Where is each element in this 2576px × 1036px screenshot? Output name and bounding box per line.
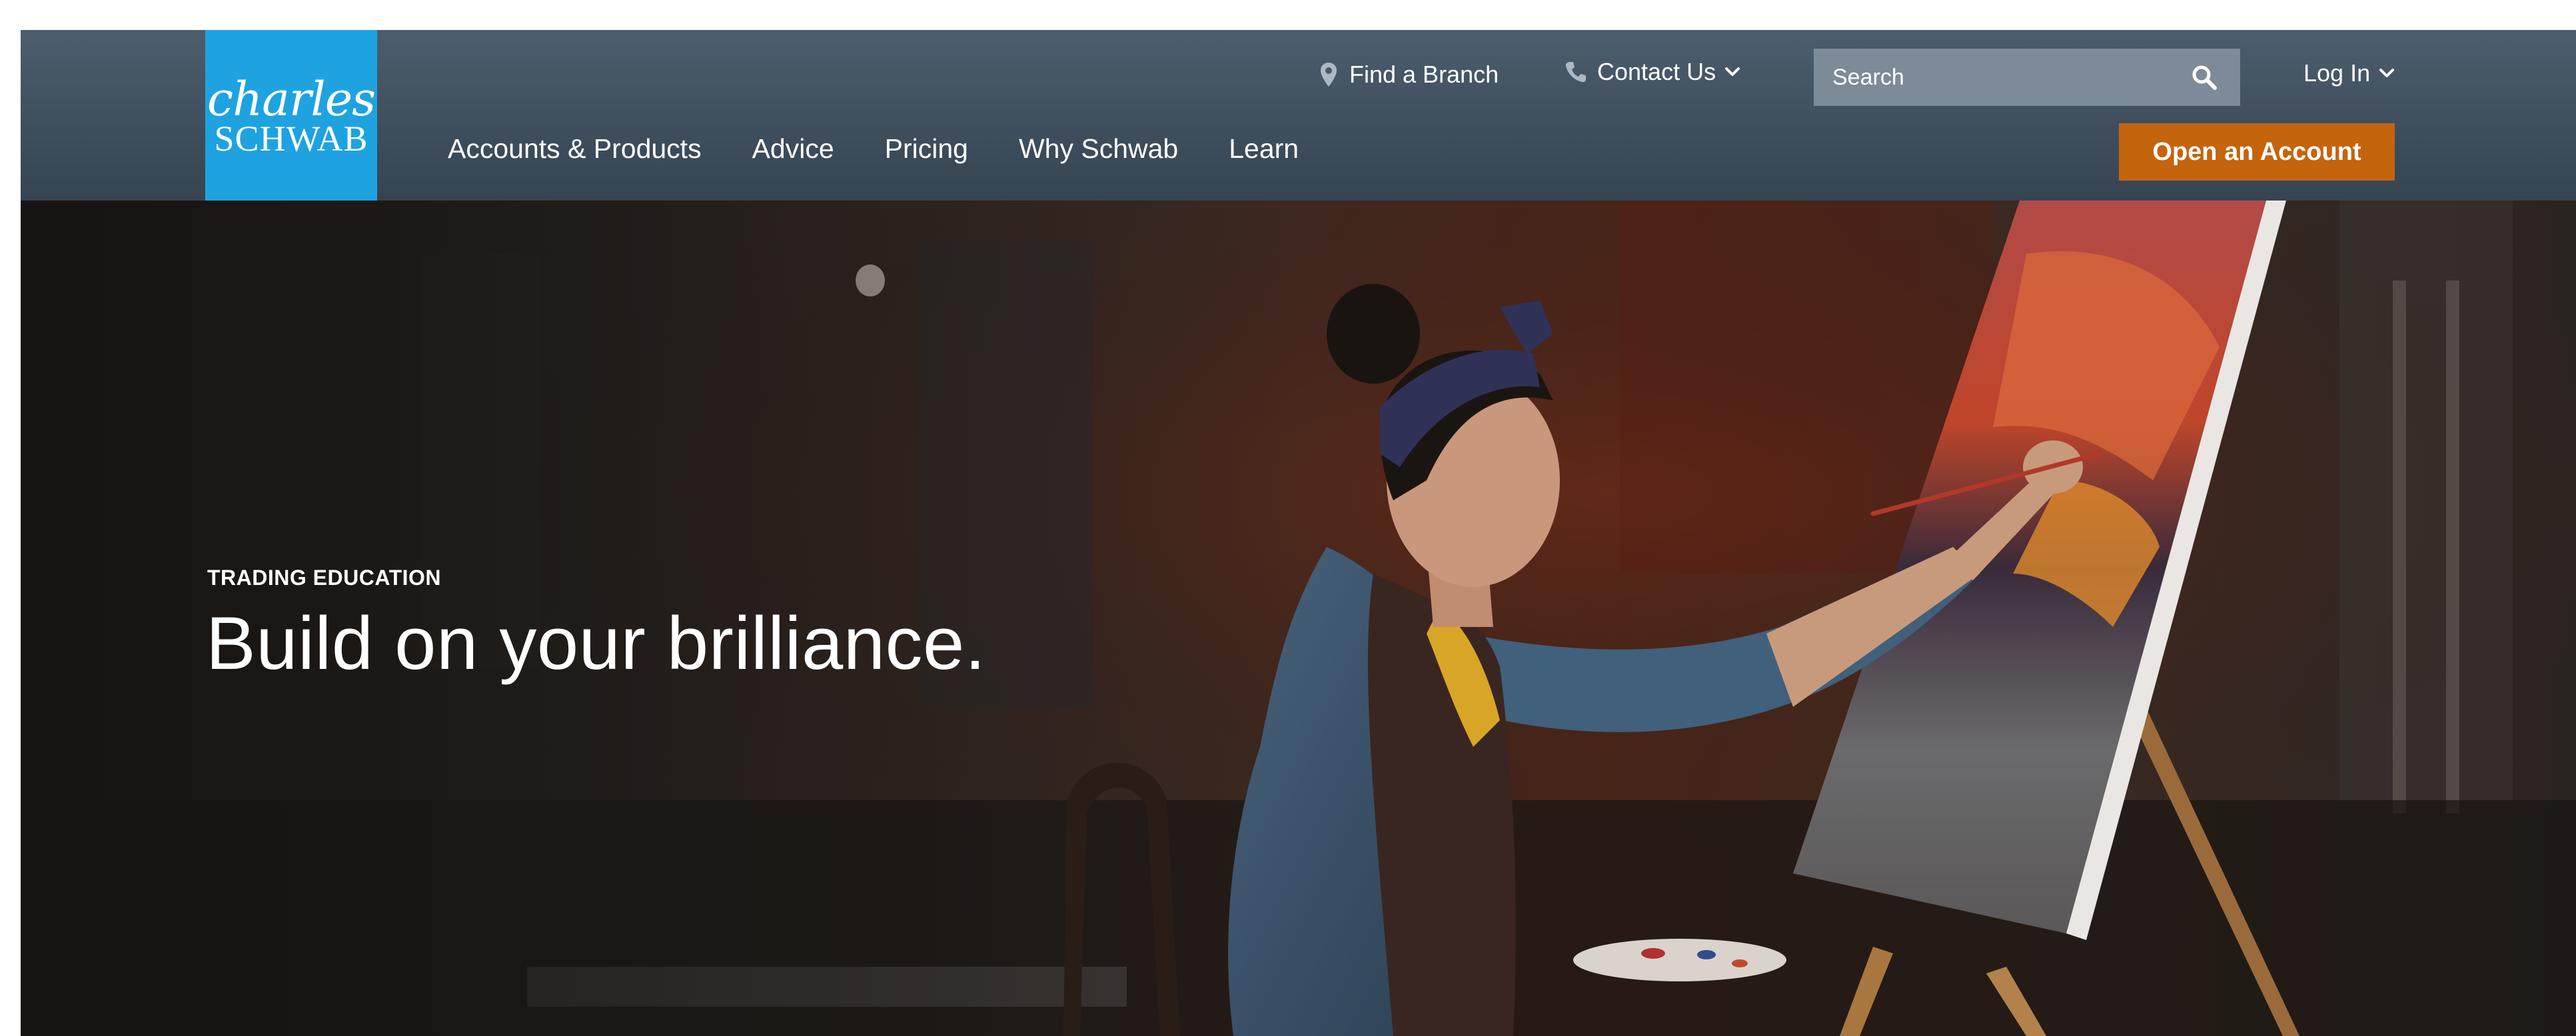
logo-text-schwab: SCHWAB [214, 119, 368, 159]
search-icon[interactable] [2186, 59, 2223, 96]
charles-schwab-logo[interactable]: charles SCHWAB [205, 30, 377, 201]
search-box [1814, 49, 2240, 106]
nav-item-advice[interactable]: Advice [752, 133, 834, 165]
map-pin-icon [1320, 62, 1337, 87]
open-an-account-button[interactable]: Open an Account [2119, 123, 2395, 181]
chevron-down-icon [1725, 67, 1740, 77]
find-a-branch-link[interactable]: Find a Branch [1320, 58, 1499, 91]
hero-title: Build on your brilliance. [206, 602, 986, 685]
main-nav: Accounts & Products Advice Pricing Why S… [448, 129, 1349, 169]
contact-us-label: Contact Us [1597, 58, 1716, 85]
nav-item-accounts-products[interactable]: Accounts & Products [448, 133, 702, 165]
find-a-branch-label: Find a Branch [1349, 61, 1499, 88]
page: charles SCHWAB Find a Branch Contact Us [0, 0, 2576, 1036]
log-in-dropdown[interactable]: Log In [2303, 57, 2395, 90]
nav-item-why-schwab[interactable]: Why Schwab [1019, 133, 1178, 165]
search-input[interactable] [1831, 57, 2186, 98]
site-header: charles SCHWAB Find a Branch Contact Us [21, 30, 2576, 201]
nav-item-pricing[interactable]: Pricing [885, 133, 968, 165]
logo-text-charles: charles [207, 72, 376, 127]
contact-us-dropdown[interactable]: Contact Us [1565, 55, 1740, 89]
chevron-down-icon [2379, 69, 2395, 78]
log-in-label: Log In [2303, 59, 2371, 87]
hero-banner: TRADING EDUCATION Build on your brillian… [21, 201, 2576, 1036]
nav-item-learn[interactable]: Learn [1229, 133, 1299, 165]
phone-icon [1565, 61, 1587, 83]
hero-eyebrow: TRADING EDUCATION [207, 566, 441, 590]
